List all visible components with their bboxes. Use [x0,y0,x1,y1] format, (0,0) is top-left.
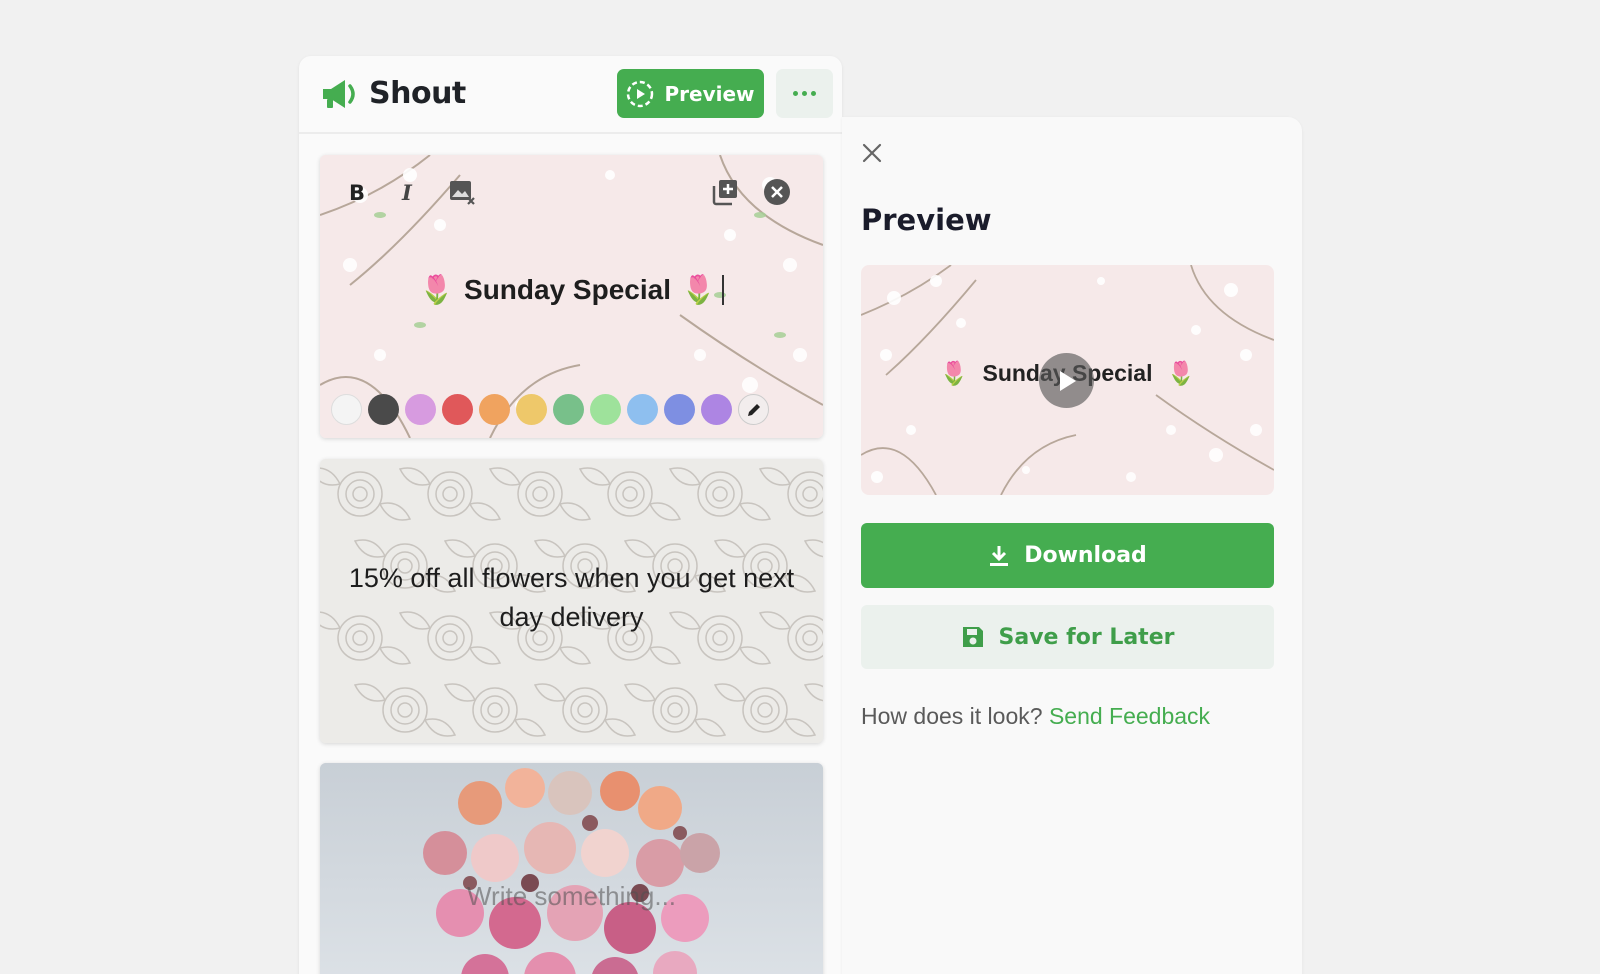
more-dot [802,91,807,96]
slide-title[interactable]: 🌷 Sunday Special 🌷 [320,273,823,306]
preview-button[interactable]: Preview [617,69,764,118]
feedback-line: How does it look? Send Feedback [861,703,1210,730]
tulip-emoji: 🌷 [939,360,969,386]
bold-icon: B [349,181,365,203]
play-circle-icon [627,80,654,107]
tulip-emoji: 🌷 [680,274,716,305]
close-circle-icon [764,179,790,205]
color-swatch[interactable] [701,394,732,425]
more-dot [793,91,798,96]
color-swatches [331,394,769,425]
color-swatch[interactable] [553,394,584,425]
color-swatch[interactable] [368,394,399,425]
tulip-emoji: 🌷 [1166,360,1196,386]
bold-button[interactable]: B [342,177,372,207]
color-swatch[interactable] [664,394,695,425]
svg-text:I: I [401,181,413,203]
close-icon[interactable] [860,141,884,165]
color-swatch[interactable] [442,394,473,425]
remove-image-button[interactable] [447,177,477,207]
svg-text:B: B [349,181,365,203]
editor-panel: Shout Preview B I 🌷 Sunday Special 🌷 15%… [299,56,842,974]
floppy-disk-icon [962,627,983,647]
more-dot [811,91,816,96]
preview-panel: Preview 🌷 Sunday Special 🌷 Download Save… [842,117,1302,974]
italic-button[interactable]: I [394,177,424,207]
app-name: Shout [369,76,466,111]
text-caret [721,274,724,305]
preview-button-label: Preview [664,81,755,106]
color-swatch[interactable] [627,394,658,425]
play-icon [1059,370,1076,391]
italic-icon: I [401,181,413,203]
slide-text[interactable]: 15% off all flowers when you get next da… [340,559,803,637]
pencil-icon [747,403,760,416]
duplicate-slide-button[interactable] [710,177,740,207]
bouquet-image [320,763,823,974]
send-feedback-link[interactable]: Send Feedback [1049,703,1210,729]
slide-title-text: Sunday Special [464,273,671,305]
save-button-label: Save for Later [998,624,1175,650]
megaphone-icon [323,79,355,108]
add-copy-icon [712,180,737,206]
editor-header: Shout Preview [299,56,842,134]
delete-slide-button[interactable] [762,177,792,207]
play-button[interactable] [1039,353,1094,408]
color-swatch[interactable] [516,394,547,425]
text-placeholder[interactable]: Write something... [320,881,823,912]
color-swatch[interactable] [331,394,362,425]
slide-card-1[interactable]: B I 🌷 Sunday Special 🌷 [320,155,823,438]
preview-video[interactable]: 🌷 Sunday Special 🌷 [861,265,1274,495]
logo: Shout [321,76,466,111]
save-for-later-button[interactable]: Save for Later [861,605,1274,669]
slide-card-3[interactable]: Write something... [320,763,823,974]
download-icon [990,545,1009,566]
tulip-emoji: 🌷 [419,274,455,305]
download-button-label: Download [1024,543,1147,568]
preview-heading: Preview [861,203,992,237]
feedback-question: How does it look? [861,703,1043,729]
color-swatch[interactable] [479,394,510,425]
slide-card-2[interactable]: 15% off all flowers when you get next da… [320,459,823,743]
color-swatch[interactable] [590,394,621,425]
custom-color-button[interactable] [738,394,769,425]
more-options-button[interactable] [776,69,833,118]
download-button[interactable]: Download [861,523,1274,588]
image-remove-icon [450,181,475,205]
color-swatch[interactable] [405,394,436,425]
